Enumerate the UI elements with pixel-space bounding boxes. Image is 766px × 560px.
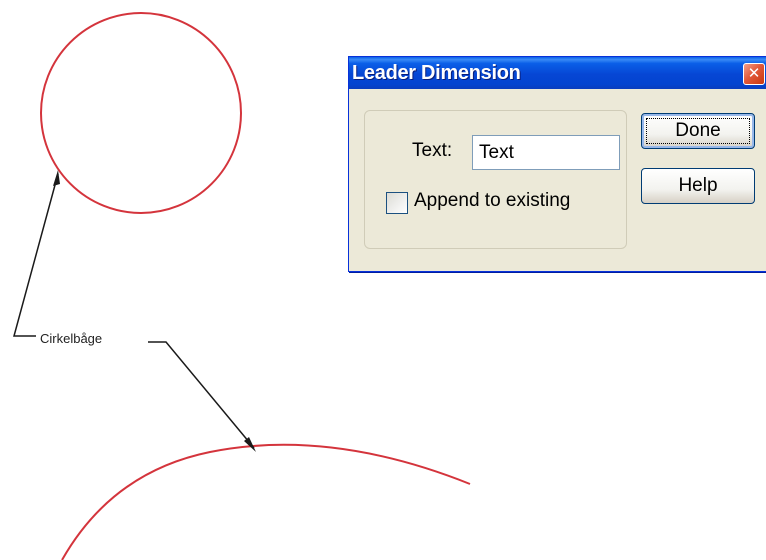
- leader-line-to-arc[interactable]: [148, 341, 255, 449]
- circle-shape[interactable]: [40, 12, 242, 214]
- leader-label[interactable]: Cirkelbåge: [40, 331, 102, 346]
- dialog-body: Text: Text Append to existing Done Help: [348, 56, 766, 272]
- append-checkbox[interactable]: [386, 192, 408, 214]
- append-checkbox-label[interactable]: Append to existing: [414, 190, 570, 212]
- done-button-label: Done: [675, 120, 721, 141]
- help-button[interactable]: Help: [641, 168, 755, 204]
- leader-line-to-circle[interactable]: [13, 173, 59, 337]
- done-button[interactable]: Done: [641, 113, 755, 149]
- leader-arrowhead-circle: [53, 170, 60, 186]
- text-field-label: Text:: [412, 140, 453, 161]
- text-input[interactable]: Text: [472, 135, 620, 170]
- options-groupbox: [364, 110, 627, 249]
- help-button-label: Help: [678, 175, 718, 196]
- arc-shape[interactable]: [61, 443, 471, 560]
